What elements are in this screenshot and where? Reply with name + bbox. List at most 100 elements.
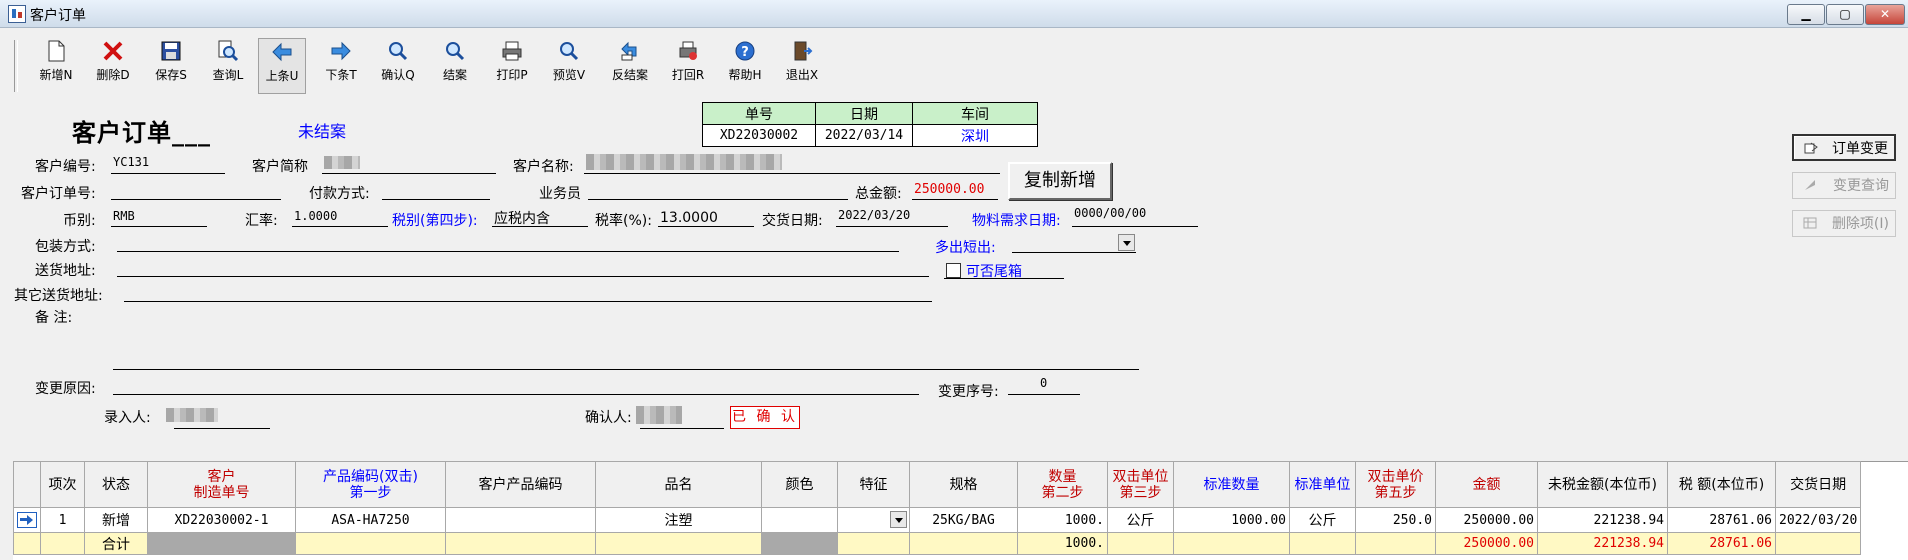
column-header-12[interactable]: 标准单位 [1289, 461, 1356, 508]
toolbar-button-12[interactable]: ? 帮助H [719, 38, 771, 92]
cell-std-unit[interactable]: 公斤 [1289, 507, 1356, 533]
cell-spec[interactable]: 25KG/BAG [909, 507, 1018, 533]
toolbar-button-3[interactable]: 查询L [202, 38, 254, 92]
column-header-16[interactable]: 税 额(本位币) [1667, 461, 1776, 508]
cell-name[interactable]: 注塑 [595, 507, 762, 533]
close-button[interactable]: ✕ [1865, 4, 1905, 25]
column-header-4[interactable]: 客户产品编码 [445, 461, 596, 508]
other-addr-field[interactable] [124, 301, 932, 302]
toolbar-button-0[interactable]: 新增N [30, 38, 82, 92]
feature-dropdown-icon[interactable] [890, 511, 907, 528]
cell-mfg-no[interactable]: XD22030002-1 [147, 507, 296, 533]
row-pointer[interactable] [13, 507, 41, 533]
tax-type-field[interactable] [492, 226, 588, 227]
column-header-14[interactable]: 金额 [1435, 461, 1538, 508]
cell-amount[interactable]: 250000.00 [1435, 507, 1538, 533]
column-header-1[interactable]: 状态 [84, 461, 148, 508]
customer-code-field[interactable] [111, 173, 225, 174]
copy-new-button[interactable]: 复制新增 [1008, 162, 1112, 200]
cell-qty[interactable]: 1000. [1017, 507, 1108, 533]
material-date-field[interactable] [1072, 226, 1198, 227]
form-title: 客户订单___ [72, 119, 211, 147]
customer-short-label: 客户简称 [252, 159, 308, 175]
remark-field[interactable] [113, 369, 1139, 370]
over-short-dropdown-icon[interactable] [1118, 234, 1135, 251]
column-header-9[interactable]: 数量 第二步 [1017, 461, 1108, 508]
cell-color[interactable] [761, 507, 838, 533]
order-info-table: 单号 日期 车间 XD22030002 2022/03/14 深圳 [702, 102, 1038, 147]
confirmed-by-field[interactable] [640, 428, 724, 429]
toolbar-button-13[interactable]: 退出X [776, 38, 828, 92]
toolbar-button-4[interactable]: 上条U [258, 38, 306, 94]
cell-item[interactable]: 1 [40, 507, 85, 533]
customer-short-field[interactable] [322, 173, 496, 174]
cell-price[interactable]: 250.0 [1355, 507, 1436, 533]
toolbar-button-2[interactable]: 保存S [145, 38, 197, 92]
material-date-label[interactable]: 物料需求日期: [972, 210, 1061, 230]
column-header-2[interactable]: 客户 制造单号 [147, 461, 296, 508]
column-header-13[interactable]: 双击单价 第五步 [1355, 461, 1436, 508]
column-header-5[interactable]: 品名 [595, 461, 762, 508]
sales-field[interactable] [588, 199, 848, 200]
sum-item [40, 532, 85, 555]
toolbar-button-6[interactable]: 确认Q [372, 38, 424, 92]
toolbar-button-7[interactable]: 结案 [429, 38, 481, 92]
change-seq-field[interactable] [1008, 394, 1080, 395]
cell-std-qty[interactable]: 1000.00 [1173, 507, 1290, 533]
column-header-8[interactable]: 规格 [909, 461, 1018, 508]
column-header-11[interactable]: 标准数量 [1173, 461, 1290, 508]
payment-field[interactable] [382, 199, 490, 200]
delete-item-button[interactable]: 删除项(I) [1792, 210, 1896, 237]
cell-untaxed[interactable]: 221238.94 [1537, 507, 1668, 533]
tail-box-checkbox[interactable] [946, 263, 961, 278]
column-header-3[interactable]: 产品编码(双击) 第一步 [295, 461, 446, 508]
cell-tax[interactable]: 28761.06 [1667, 507, 1776, 533]
workshop-value[interactable]: 深圳 [912, 124, 1038, 147]
toolbar-button-5[interactable]: 下条T [315, 38, 367, 92]
column-header-line1: 品名 [664, 476, 693, 493]
packing-field[interactable] [117, 251, 899, 252]
delivery-date-field[interactable] [836, 226, 948, 227]
rate-field[interactable] [292, 226, 388, 227]
toolbar-button-10[interactable]: 反结案 [602, 38, 658, 92]
cell-status[interactable]: 新增 [84, 507, 148, 533]
cell-feature[interactable] [837, 507, 910, 533]
change-query-button[interactable]: 变更查询 [1792, 172, 1896, 199]
entered-by-field[interactable] [174, 428, 270, 429]
query-magnifier-icon [217, 40, 239, 62]
tax-rate-field[interactable] [658, 226, 754, 227]
order-date-value[interactable]: 2022/03/14 [815, 124, 913, 147]
currency-field[interactable] [111, 226, 207, 227]
maximize-button[interactable]: ▢ [1826, 4, 1864, 25]
table-row[interactable]: 1 新增 XD22030002-1 ASA-HA7250 注塑 25KG/BAG… [13, 507, 1862, 533]
column-header-7[interactable]: 特征 [837, 461, 910, 508]
order-change-icon [1804, 142, 1818, 154]
over-short-field[interactable] [1012, 252, 1136, 253]
tax-type-label[interactable]: 税别(第四步): [392, 210, 478, 230]
customer-order-field[interactable] [111, 199, 281, 200]
over-short-label[interactable]: 多出短出: [935, 237, 996, 257]
order-change-button[interactable]: 订单变更 [1792, 134, 1896, 161]
cell-product-code[interactable]: ASA-HA7250 [295, 507, 446, 533]
sum-label: 合计 [84, 532, 148, 555]
sum-feature [837, 532, 910, 555]
column-header-0[interactable]: 项次 [40, 461, 85, 508]
toolbar-button-11[interactable]: 打回R [662, 38, 714, 92]
order-no-value[interactable]: XD22030002 [702, 124, 816, 147]
change-reason-field[interactable] [113, 394, 919, 395]
ship-addr-field[interactable] [117, 276, 929, 277]
total-field[interactable] [912, 199, 998, 200]
column-header-15[interactable]: 未税金额(本位币) [1537, 461, 1668, 508]
toolbar-button-9[interactable]: 预览V [543, 38, 595, 92]
column-header-10[interactable]: 双击单位 第三步 [1107, 461, 1174, 508]
column-header-17[interactable]: 交货日期 [1774, 461, 1862, 508]
cell-delivery[interactable]: 2022/03/20 [1774, 507, 1862, 533]
cell-cust-product-code[interactable] [445, 507, 596, 533]
customer-name-field[interactable] [584, 173, 1000, 174]
toolbar-button-8[interactable]: 打印P [486, 38, 538, 92]
cell-unit[interactable]: 公斤 [1107, 507, 1174, 533]
minimize-button[interactable]: ▁ [1787, 4, 1825, 25]
column-header-line1: 项次 [48, 476, 77, 493]
toolbar-button-1[interactable]: 删除D [87, 38, 139, 92]
column-header-6[interactable]: 颜色 [761, 461, 838, 508]
